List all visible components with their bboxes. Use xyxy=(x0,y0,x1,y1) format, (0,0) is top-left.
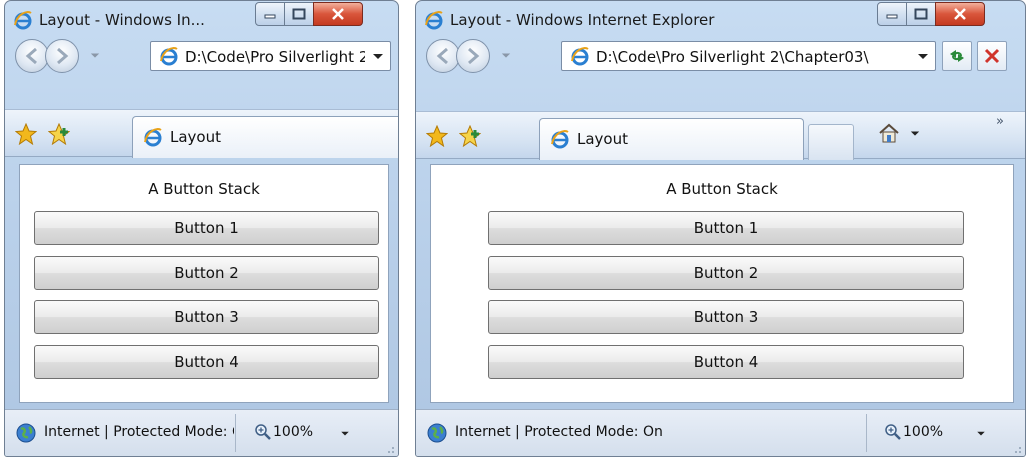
close-button[interactable] xyxy=(313,2,363,26)
button-2[interactable]: Button 2 xyxy=(488,256,964,290)
chevron-down-icon[interactable] xyxy=(910,130,920,138)
navigation-bar: D:\Code\Pro Silverlight 2\Chapter03\ xyxy=(5,37,398,79)
zoom-level[interactable]: 100% xyxy=(273,424,313,440)
button-2[interactable]: Button 2 xyxy=(34,256,379,290)
maximize-button[interactable] xyxy=(906,2,936,26)
favorites-bar: Layout xyxy=(5,109,398,158)
new-tab-button[interactable] xyxy=(808,124,854,160)
forward-arrow-icon xyxy=(468,47,480,65)
zoom-icon[interactable] xyxy=(254,423,272,441)
button-4[interactable]: Button 4 xyxy=(34,345,379,379)
security-zone-status[interactable]: Internet | Protected Mode: On xyxy=(455,424,663,440)
close-icon xyxy=(332,8,344,20)
status-bar: Internet | Protected Mode: On 100% xyxy=(416,409,1025,456)
button-3[interactable]: Button 3 xyxy=(488,300,964,334)
back-arrow-icon xyxy=(436,47,448,65)
refresh-button[interactable] xyxy=(942,41,972,71)
more-tools-chevron-icon[interactable]: » xyxy=(996,114,1004,129)
button-3[interactable]: Button 3 xyxy=(34,300,379,334)
browser-window-wide: Layout - Windows Internet Explorer D:\Co… xyxy=(415,0,1026,457)
add-favorites-icon[interactable] xyxy=(459,125,481,147)
address-bar[interactable]: D:\Code\Pro Silverlight 2\Chapter03\ xyxy=(561,41,936,71)
add-favorites-icon[interactable] xyxy=(48,123,70,145)
title-bar[interactable]: Layout - Windows Internet Explorer xyxy=(416,1,1025,37)
page-content: A Button Stack Button 1 Button 2 Button … xyxy=(430,164,1014,403)
minimize-icon xyxy=(886,14,898,19)
navigation-bar: D:\Code\Pro Silverlight 2\Chapter03\ xyxy=(416,37,1025,79)
minimize-icon xyxy=(264,14,276,19)
forward-arrow-icon xyxy=(57,47,69,65)
address-bar[interactable]: D:\Code\Pro Silverlight 2\Chapter03\ xyxy=(150,41,391,71)
stack-heading: A Button Stack xyxy=(148,180,260,198)
minimize-button[interactable] xyxy=(877,2,907,26)
chevron-down-icon[interactable] xyxy=(340,431,350,437)
status-bar: Internet | Protected Mode: On 100% xyxy=(5,409,398,456)
close-icon xyxy=(954,8,966,20)
caption-buttons xyxy=(255,2,363,26)
ie-logo-icon xyxy=(143,127,163,147)
chevron-down-icon[interactable] xyxy=(372,53,384,61)
zoom-level[interactable]: 100% xyxy=(903,424,943,440)
forward-button[interactable] xyxy=(456,39,490,73)
stack-heading: A Button Stack xyxy=(666,180,778,198)
maximize-button[interactable] xyxy=(284,2,314,26)
zoom-icon[interactable] xyxy=(884,423,902,441)
status-divider xyxy=(235,414,236,452)
ie-logo-icon xyxy=(550,129,570,149)
maximize-icon xyxy=(914,8,928,20)
ie-logo-icon xyxy=(424,10,444,30)
refresh-icon xyxy=(950,50,964,62)
chevron-down-icon[interactable] xyxy=(976,431,986,437)
tab-layout[interactable]: Layout xyxy=(132,116,398,158)
close-button[interactable] xyxy=(935,2,985,26)
tab-label: Layout xyxy=(170,128,221,146)
ie-logo-icon xyxy=(159,46,179,66)
resize-grip-icon[interactable] xyxy=(1012,444,1022,454)
status-divider xyxy=(866,414,867,452)
maximize-icon xyxy=(292,8,306,20)
globe-icon xyxy=(427,423,447,443)
back-arrow-icon xyxy=(25,47,37,65)
recent-pages-dropdown[interactable] xyxy=(501,51,511,61)
tab-layout[interactable]: Layout xyxy=(539,118,804,160)
back-button[interactable] xyxy=(15,39,49,73)
stop-button[interactable] xyxy=(977,41,1007,71)
forward-button[interactable] xyxy=(45,39,79,73)
resize-grip-icon[interactable] xyxy=(385,444,395,454)
favorites-star-icon[interactable] xyxy=(15,123,37,145)
caption-buttons xyxy=(877,2,985,26)
title-bar[interactable]: Layout - Windows In... xyxy=(5,1,398,37)
chevron-down-icon[interactable] xyxy=(917,53,929,61)
button-1[interactable]: Button 1 xyxy=(34,211,379,245)
button-1[interactable]: Button 1 xyxy=(488,211,964,245)
browser-window-narrow: Layout - Windows In... D:\Code\Pro Silve… xyxy=(4,0,399,457)
window-title: Layout - Windows Internet Explorer xyxy=(450,11,715,29)
address-input[interactable]: D:\Code\Pro Silverlight 2\Chapter03\ xyxy=(185,48,365,66)
minimize-button[interactable] xyxy=(255,2,285,26)
window-title: Layout - Windows In... xyxy=(39,11,205,29)
recent-pages-dropdown[interactable] xyxy=(90,51,100,61)
favorites-bar: Layout » xyxy=(416,111,1025,160)
stop-icon xyxy=(984,48,1000,64)
security-zone-status[interactable]: Internet | Protected Mode: On xyxy=(44,424,234,440)
button-4[interactable]: Button 4 xyxy=(488,345,964,379)
ie-logo-icon xyxy=(13,10,33,30)
tab-label: Layout xyxy=(577,130,628,148)
back-button[interactable] xyxy=(426,39,460,73)
globe-icon xyxy=(16,423,36,443)
favorites-star-icon[interactable] xyxy=(426,125,448,147)
ie-logo-icon xyxy=(570,46,590,66)
page-content: A Button Stack Button 1 Button 2 Button … xyxy=(19,164,389,403)
home-icon[interactable] xyxy=(878,122,900,144)
address-input[interactable]: D:\Code\Pro Silverlight 2\Chapter03\ xyxy=(596,48,901,66)
